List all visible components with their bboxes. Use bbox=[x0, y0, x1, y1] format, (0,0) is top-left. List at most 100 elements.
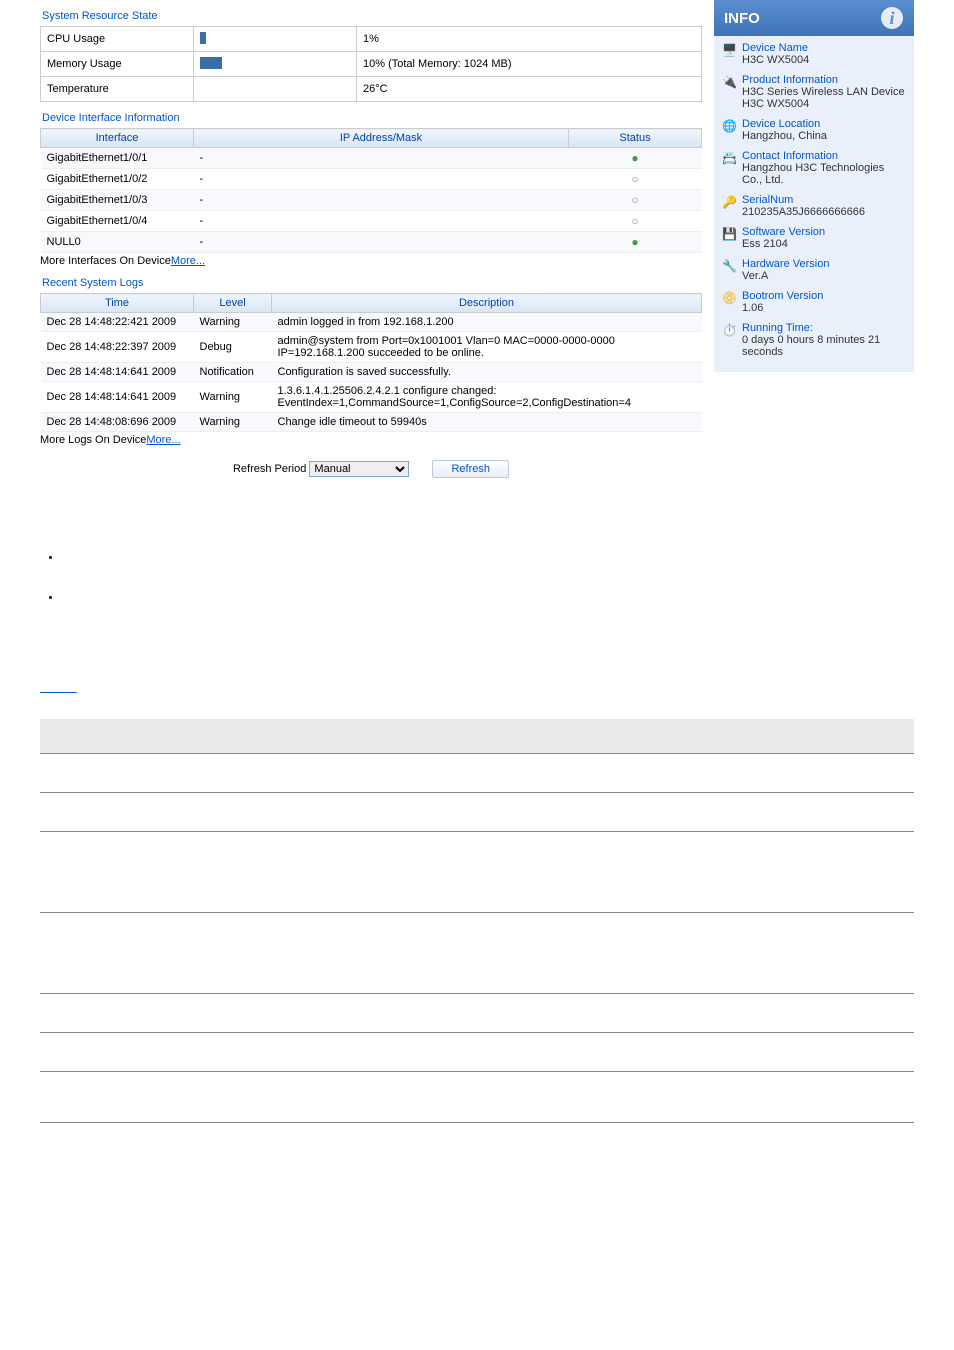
log-desc: 1.3.6.1.4.1.25506.2.4.2.1 configure chan… bbox=[272, 382, 702, 413]
table-row: GigabitEthernet1/0/3- bbox=[41, 190, 702, 211]
more-interfaces: More Interfaces On DeviceMore... bbox=[40, 255, 702, 267]
hardware-icon: 🔧 bbox=[722, 259, 736, 273]
serial-icon: 🔑 bbox=[722, 195, 736, 209]
info-label: Product Information bbox=[742, 74, 906, 86]
resource-value: 10% (Total Memory: 1024 MB) bbox=[357, 52, 702, 77]
refresh-button[interactable]: Refresh bbox=[432, 460, 509, 478]
info-label: Software Version bbox=[742, 226, 825, 238]
info-item: 💾 Software VersionEss 2104 bbox=[722, 226, 906, 250]
info-value: Ver.A bbox=[742, 270, 829, 282]
table-row: GigabitEthernet1/0/1- bbox=[41, 148, 702, 169]
svg-text:i: i bbox=[889, 8, 894, 28]
description-table bbox=[40, 719, 914, 1123]
table-row: NULL0- bbox=[41, 232, 702, 253]
status-icon bbox=[569, 232, 702, 253]
logs-table: Time Level Description Dec 28 14:48:22:4… bbox=[40, 293, 702, 432]
resource-row: Memory Usage 10% (Total Memory: 1024 MB) bbox=[41, 52, 702, 77]
info-item: 🌐Device LocationHangzhou, China bbox=[722, 118, 906, 142]
info-value: H3C Series Wireless LAN Device H3C WX500… bbox=[742, 86, 906, 110]
iface-name: GigabitEthernet1/0/3 bbox=[41, 190, 194, 211]
iface-ip: - bbox=[194, 211, 569, 232]
info-value: 1.06 bbox=[742, 302, 823, 314]
resource-row: CPU Usage 1% bbox=[41, 27, 702, 52]
info-panel: INFO i 🖥️Device NameH3C WX5004 🔌Product … bbox=[714, 0, 914, 372]
resource-label: CPU Usage bbox=[41, 27, 194, 52]
table-row: Dec 28 14:48:22:397 2009Debugadmin@syste… bbox=[41, 332, 702, 363]
list-item bbox=[62, 552, 914, 592]
resource-bar-cell bbox=[194, 52, 357, 77]
log-level: Warning bbox=[194, 313, 272, 332]
more-logs-link[interactable]: More... bbox=[146, 434, 180, 446]
more-logs: More Logs On DeviceMore... bbox=[40, 434, 702, 446]
iface-name: NULL0 bbox=[41, 232, 194, 253]
system-logs-title: Recent System Logs bbox=[42, 277, 702, 289]
refresh-period-select[interactable]: Manual bbox=[309, 461, 409, 477]
log-time: Dec 28 14:48:22:397 2009 bbox=[41, 332, 194, 363]
iface-ip: - bbox=[194, 232, 569, 253]
header-desc[interactable]: Description bbox=[272, 294, 702, 313]
info-value: Hangzhou, China bbox=[742, 130, 827, 142]
log-time: Dec 28 14:48:14:641 2009 bbox=[41, 363, 194, 382]
header-ip[interactable]: IP Address/Mask bbox=[194, 129, 569, 148]
resource-label: Temperature bbox=[41, 77, 194, 102]
status-icon bbox=[569, 211, 702, 232]
info-value: 210235A35J6666666666 bbox=[742, 206, 865, 218]
interface-table: Interface IP Address/Mask Status Gigabit… bbox=[40, 128, 702, 253]
log-desc: admin@system from Port=0x1001001 Vlan=0 … bbox=[272, 332, 702, 363]
table-row: Dec 28 14:48:14:641 2009Warning1.3.6.1.4… bbox=[41, 382, 702, 413]
info-value: Hangzhou H3C Technologies Co., Ltd. bbox=[742, 162, 906, 186]
log-level: Debug bbox=[194, 332, 272, 363]
status-icon bbox=[569, 169, 702, 190]
refresh-row: Refresh Period Manual Refresh bbox=[40, 460, 702, 478]
iface-name: GigabitEthernet1/0/1 bbox=[41, 148, 194, 169]
more-interfaces-link[interactable]: More... bbox=[171, 255, 205, 267]
contact-icon: 📇 bbox=[722, 151, 736, 165]
log-desc: Change idle timeout to 59940s bbox=[272, 413, 702, 432]
info-label: Hardware Version bbox=[742, 258, 829, 270]
location-icon: 🌐 bbox=[722, 119, 736, 133]
header-status[interactable]: Status bbox=[569, 129, 702, 148]
iface-name: GigabitEthernet1/0/4 bbox=[41, 211, 194, 232]
header-level[interactable]: Level bbox=[194, 294, 272, 313]
bullet-list bbox=[40, 552, 914, 632]
header-interface[interactable]: Interface bbox=[41, 129, 194, 148]
log-desc: Configuration is saved successfully. bbox=[272, 363, 702, 382]
resource-bar-cell bbox=[194, 27, 357, 52]
iface-name: GigabitEthernet1/0/2 bbox=[41, 169, 194, 190]
table-row bbox=[40, 832, 914, 913]
refresh-period-label: Refresh Period bbox=[233, 463, 306, 475]
table-row: GigabitEthernet1/0/4- bbox=[41, 211, 702, 232]
info-label: Contact Information bbox=[742, 150, 906, 162]
resource-row: Temperature 26°C bbox=[41, 77, 702, 102]
info-value: H3C WX5004 bbox=[742, 54, 809, 66]
log-time: Dec 28 14:48:14:641 2009 bbox=[41, 382, 194, 413]
table-row bbox=[40, 994, 914, 1033]
runtime-icon: ⏱️ bbox=[722, 323, 736, 337]
iface-ip: - bbox=[194, 169, 569, 190]
table-row bbox=[40, 793, 914, 832]
log-level: Warning bbox=[194, 413, 272, 432]
link-placeholder[interactable] bbox=[40, 682, 77, 694]
table-row bbox=[40, 754, 914, 793]
iface-ip: - bbox=[194, 148, 569, 169]
resource-state-title: System Resource State bbox=[42, 10, 702, 22]
info-header: INFO i bbox=[714, 0, 914, 36]
header-time[interactable]: Time bbox=[41, 294, 194, 313]
table-row: Dec 28 14:48:14:641 2009NotificationConf… bbox=[41, 363, 702, 382]
log-time: Dec 28 14:48:08:696 2009 bbox=[41, 413, 194, 432]
resource-value: 1% bbox=[357, 27, 702, 52]
resource-label: Memory Usage bbox=[41, 52, 194, 77]
resource-table: CPU Usage 1% Memory Usage 10% (Total Mem… bbox=[40, 26, 702, 102]
progress-bar bbox=[200, 32, 206, 44]
desc-header-0 bbox=[40, 719, 249, 754]
table-row bbox=[40, 1033, 914, 1072]
table-row: Dec 28 14:48:22:421 2009Warningadmin log… bbox=[41, 313, 702, 332]
info-value: Ess 2104 bbox=[742, 238, 825, 250]
software-icon: 💾 bbox=[722, 227, 736, 241]
info-label: Running Time: bbox=[742, 322, 906, 334]
resource-value: 26°C bbox=[357, 77, 702, 102]
info-item: 🔌Product InformationH3C Series Wireless … bbox=[722, 74, 906, 110]
table-row: Dec 28 14:48:08:696 2009WarningChange id… bbox=[41, 413, 702, 432]
info-item: ⏱️Running Time:0 days 0 hours 8 minutes … bbox=[722, 322, 906, 358]
info-label: SerialNum bbox=[742, 194, 865, 206]
